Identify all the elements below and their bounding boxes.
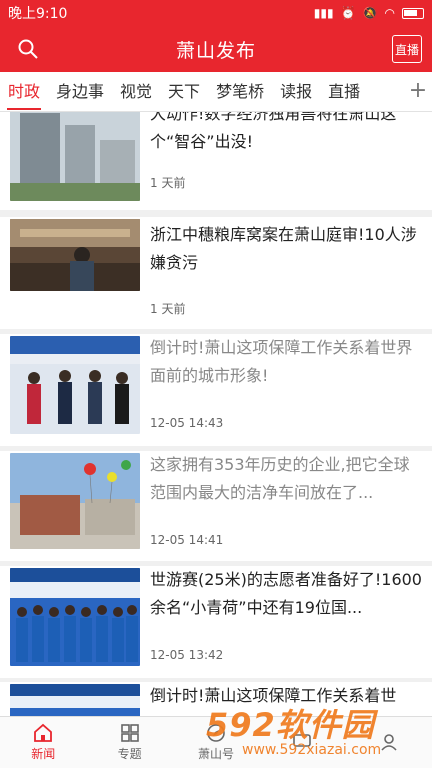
- wifi-icon: ◠: [384, 6, 395, 20]
- tab-politics[interactable]: 时政: [0, 72, 48, 111]
- tab-world[interactable]: 天下: [160, 72, 208, 111]
- news-item[interactable]: 世游赛(25米)的志愿者准备好了!1600余名“小青荷”中还有19位国... 1…: [0, 566, 432, 678]
- news-item[interactable]: 大动作!数字经济独角兽将在萧山这个“智谷”出没! 1 天前: [0, 112, 432, 210]
- news-time: 12-05 13:42: [150, 648, 224, 662]
- news-title[interactable]: 浙江中穗粮库窝案在萧山庭审!10人涉嫌贪污: [150, 221, 422, 277]
- grid-icon: [120, 724, 139, 742]
- nav-topics[interactable]: 专题: [86, 717, 172, 768]
- news-item[interactable]: 倒计时!萧山这项保障工作关系着世界面前的城市形象! 12-05 14:43: [0, 334, 432, 446]
- nav-topics-label: 专题: [117, 747, 142, 761]
- signal-icon: ▮▮▮: [313, 6, 334, 20]
- status-bar: 晚上9:10 ▮▮▮ ⏰ 🔕 ◠: [0, 0, 432, 26]
- category-tabs: 时政 身边事 视觉 天下 梦笔桥 读报 直播 +: [0, 72, 432, 112]
- mute-icon: 🔕: [362, 6, 378, 20]
- app-header: 萧山发布 直播: [0, 26, 432, 72]
- status-time: 晚上9:10: [8, 6, 68, 22]
- news-item[interactable]: 浙江中穗粮库窝案在萧山庭审!10人涉嫌贪污 1 天前: [0, 217, 432, 329]
- live-button[interactable]: 直播: [392, 35, 422, 63]
- app-title: 萧山发布: [175, 39, 256, 62]
- add-tab-button[interactable]: +: [404, 72, 432, 111]
- news-title[interactable]: 世游赛(25米)的志愿者准备好了!1600余名“小青荷”中还有19位国...: [150, 566, 422, 622]
- tab-local-news[interactable]: 身边事: [48, 72, 112, 111]
- news-time: 1 天前: [150, 302, 186, 316]
- news-time: 12-05 14:43: [150, 416, 224, 430]
- news-thumbnail: [10, 219, 140, 291]
- news-feed[interactable]: 大动作!数字经济独角兽将在萧山这个“智谷”出没! 1 天前 浙江中穗粮库窝案在萧…: [0, 112, 432, 716]
- status-icons: ▮▮▮ ⏰ 🔕 ◠: [314, 6, 424, 20]
- nav-news[interactable]: 新闻: [0, 717, 86, 768]
- tab-mengbiqiao[interactable]: 梦笔桥: [208, 72, 272, 111]
- news-thumbnail: [10, 336, 140, 434]
- news-title[interactable]: 这家拥有353年历史的企业,把它全球范围内最大的洁净车间放在了...: [150, 451, 422, 507]
- news-time: 1 天前: [150, 176, 186, 190]
- bottom-nav: 新闻 专题 萧山号: [0, 716, 432, 768]
- news-thumbnail: [10, 112, 140, 201]
- tab-newspaper[interactable]: 读报: [272, 72, 320, 111]
- news-time: 12-05 14:41: [150, 533, 224, 547]
- chat-icon: [293, 733, 312, 747]
- tab-visual[interactable]: 视觉: [112, 72, 160, 111]
- search-icon[interactable]: [17, 38, 39, 60]
- user-icon: [381, 733, 397, 751]
- nav-xiaoshan-label: 萧山号: [198, 747, 235, 761]
- news-item[interactable]: 这家拥有353年历史的企业,把它全球范围内最大的洁净车间放在了... 12-05…: [0, 451, 432, 561]
- tab-live[interactable]: 直播: [320, 72, 368, 111]
- alarm-icon: ⏰: [340, 6, 356, 20]
- news-title[interactable]: 大动作!数字经济独角兽将在萧山这个“智谷”出没!: [150, 112, 422, 156]
- news-thumbnail: [10, 568, 140, 666]
- nav-xiaoshan-account[interactable]: 萧山号: [173, 717, 259, 768]
- news-thumbnail: [10, 684, 140, 716]
- news-title[interactable]: 倒计时!萧山这项保障工作关系着世: [150, 682, 422, 710]
- news-title[interactable]: 倒计时!萧山这项保障工作关系着世界面前的城市形象!: [150, 334, 422, 390]
- battery-icon: [402, 7, 424, 19]
- nav-profile[interactable]: [346, 717, 432, 768]
- news-thumbnail: [10, 453, 140, 549]
- home-icon: [34, 723, 53, 742]
- nav-news-label: 新闻: [31, 747, 56, 761]
- news-item[interactable]: 倒计时!萧山这项保障工作关系着世: [0, 682, 432, 716]
- nav-item-4[interactable]: [259, 717, 345, 768]
- compass-icon: [207, 724, 225, 742]
